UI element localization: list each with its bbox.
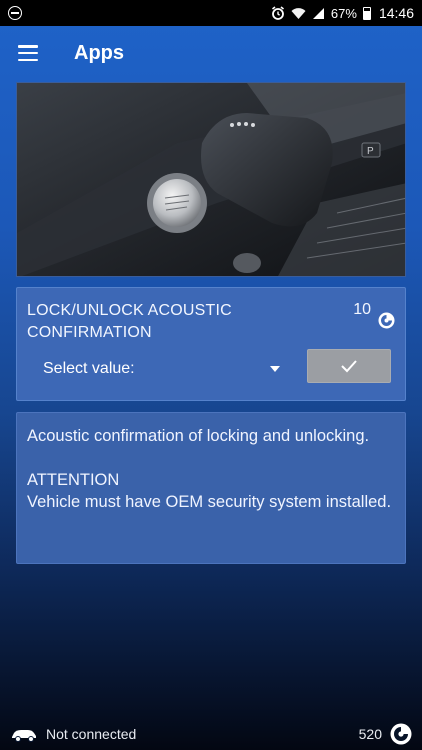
car-icon bbox=[12, 730, 36, 742]
do-not-disturb-icon bbox=[8, 6, 22, 20]
wifi-icon bbox=[291, 7, 306, 19]
coin-icon bbox=[378, 312, 395, 329]
setting-cost: 10 bbox=[353, 301, 371, 318]
confirm-button[interactable] bbox=[307, 349, 391, 383]
setting-title: LOCK/UNLOCK ACOUSTIC CONFIRMATION bbox=[27, 302, 232, 341]
status-bar: 67% 14:46 bbox=[0, 0, 422, 26]
battery-percent: 67% bbox=[330, 5, 357, 21]
svg-text:P: P bbox=[367, 146, 374, 157]
alarm-icon bbox=[271, 6, 284, 20]
checkmark-icon bbox=[341, 360, 357, 373]
setting-card: LOCK/UNLOCK ACOUSTIC CONFIRMATION 10 Sel… bbox=[16, 287, 406, 401]
connection-status: Not connected bbox=[46, 726, 137, 742]
description-card: Acoustic confirmation of locking and unl… bbox=[16, 412, 406, 564]
coin-icon[interactable] bbox=[390, 723, 412, 745]
description-text: Acoustic confirmation of locking and unl… bbox=[27, 427, 392, 511]
footer-bar: Not connected 520 bbox=[0, 718, 422, 750]
signal-icon bbox=[312, 7, 324, 19]
app-bar: Apps bbox=[0, 26, 422, 82]
hamburger-menu-icon[interactable] bbox=[18, 45, 38, 61]
hero-image: P bbox=[16, 82, 406, 277]
value-select[interactable]: Select value: bbox=[43, 356, 283, 382]
coin-balance: 520 bbox=[358, 726, 382, 742]
clock: 14:46 bbox=[378, 5, 414, 21]
page-title: Apps bbox=[74, 42, 124, 64]
chevron-down-icon bbox=[270, 366, 280, 372]
select-label: Select value: bbox=[43, 360, 135, 377]
battery-icon bbox=[362, 6, 371, 20]
